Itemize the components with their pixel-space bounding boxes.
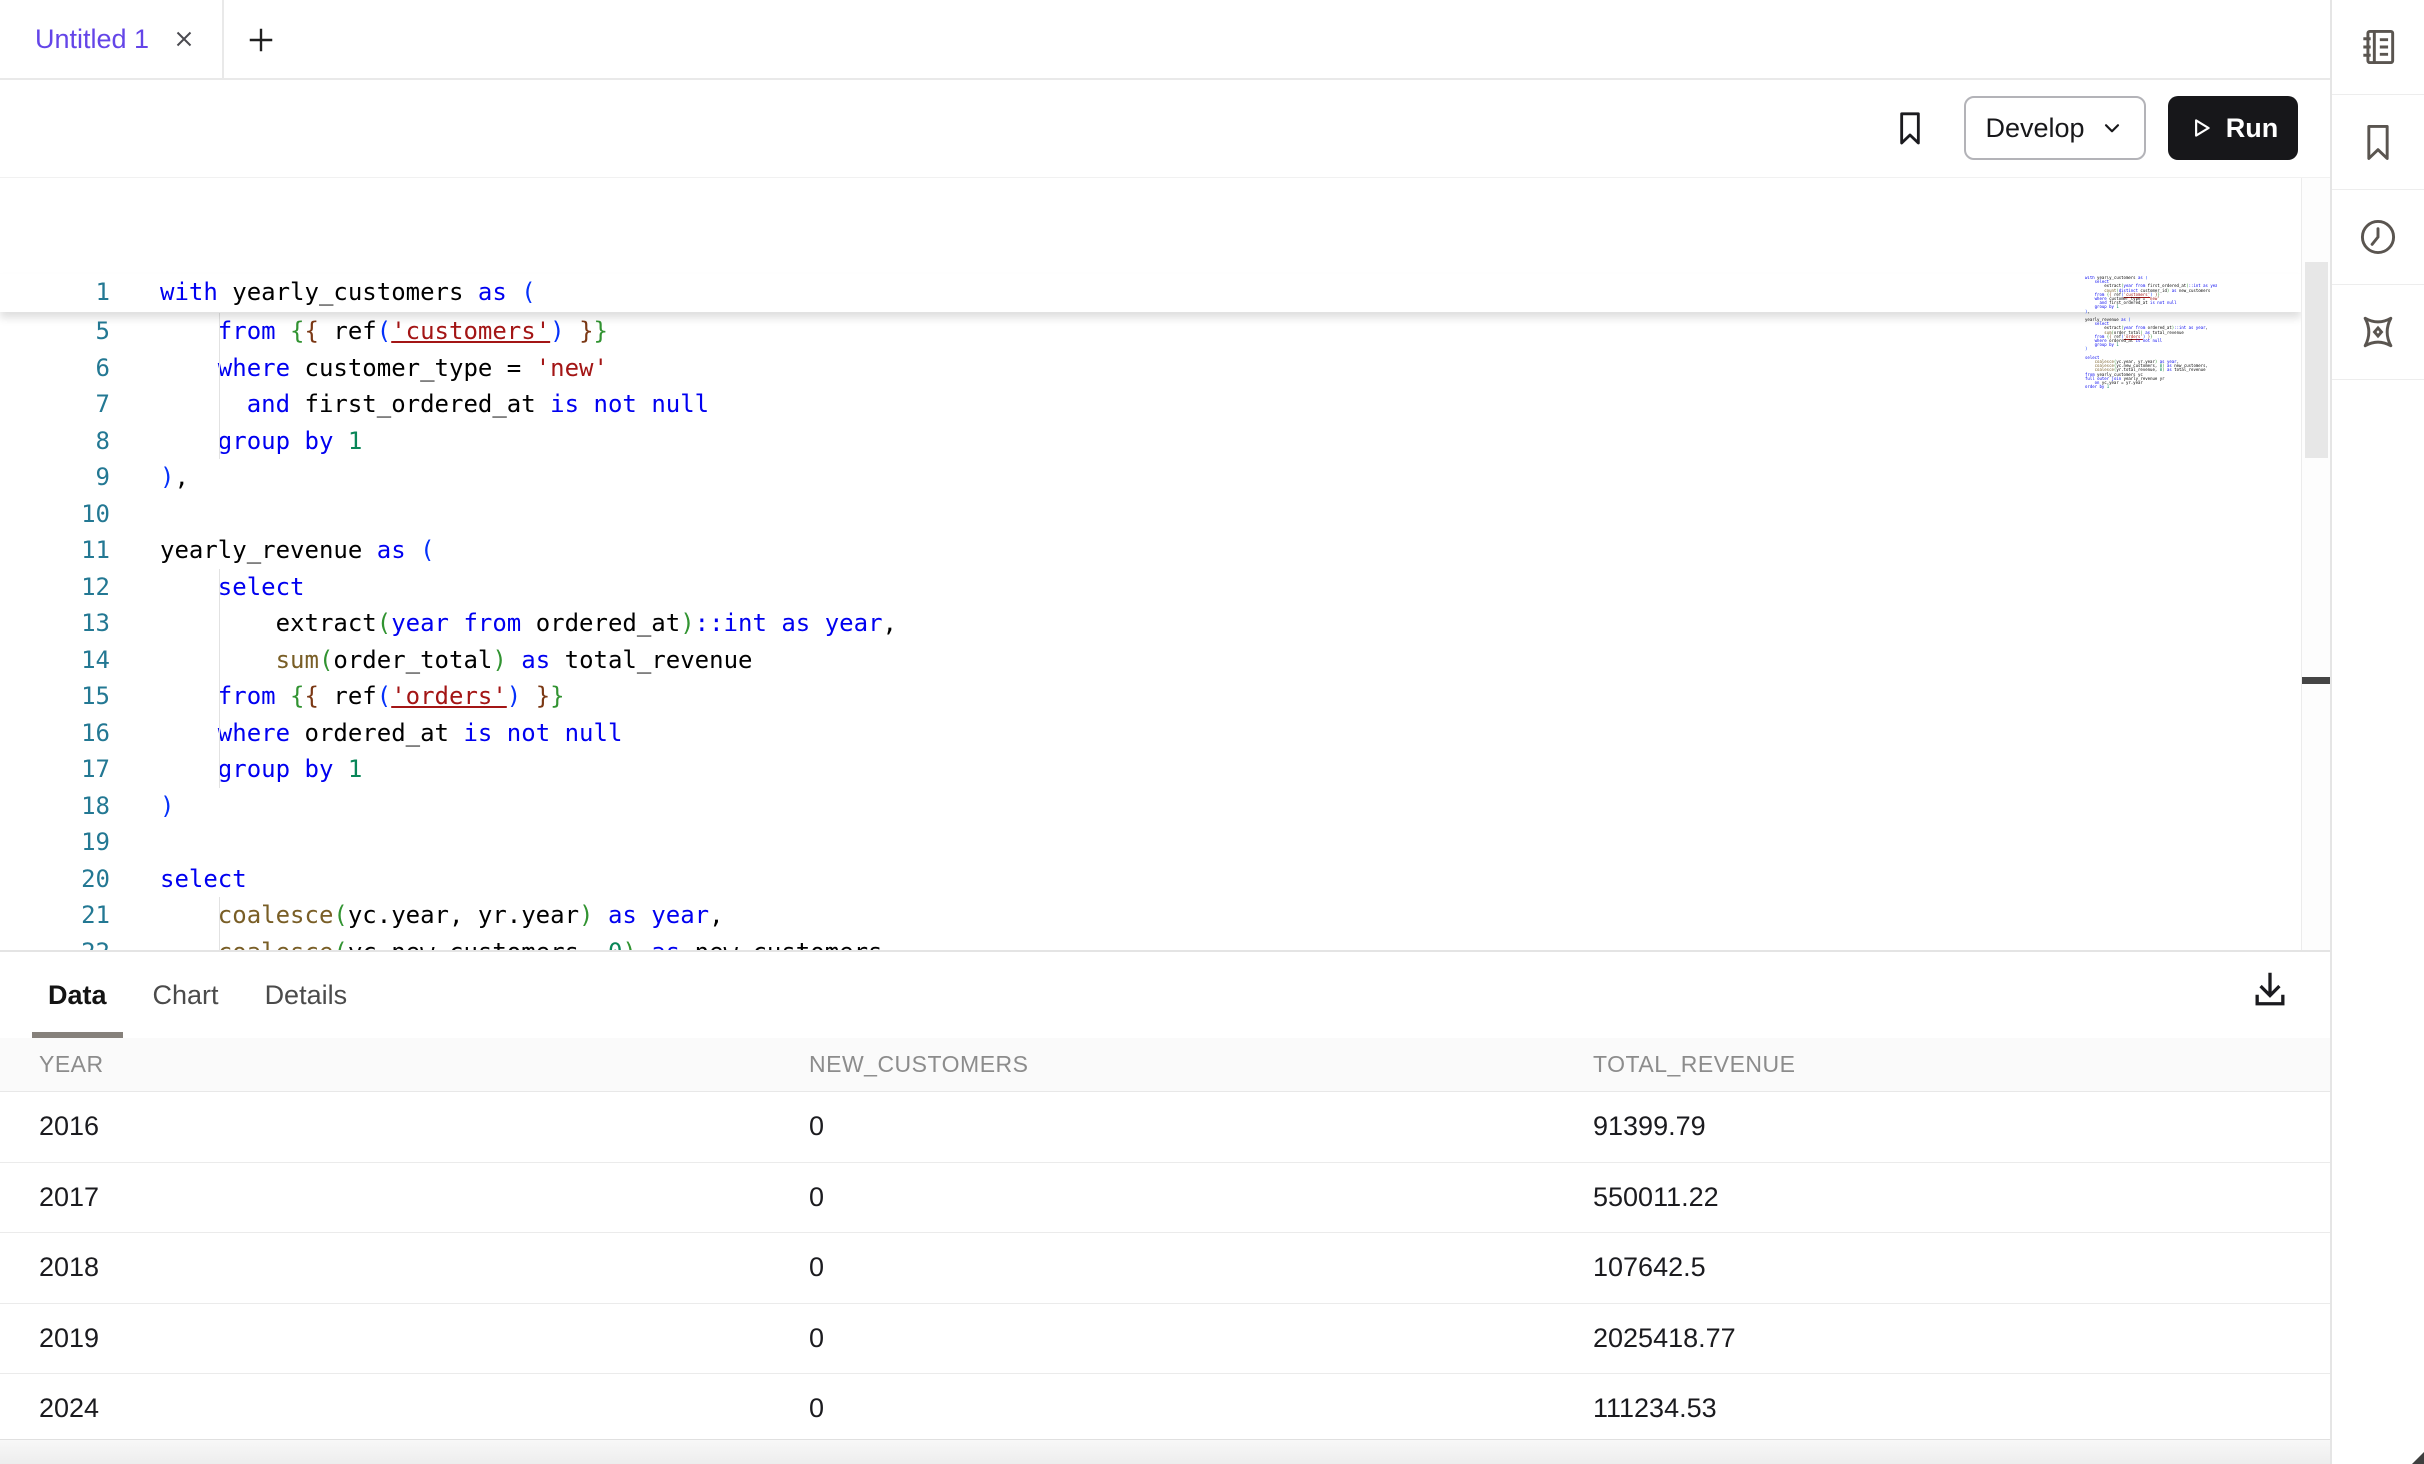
line-number: 12 xyxy=(0,569,110,606)
line-number: 18 xyxy=(0,788,110,825)
line-number: 16 xyxy=(0,715,110,752)
line-number: 10 xyxy=(0,496,110,533)
table-row[interactable]: 201902025418.77 xyxy=(0,1304,2330,1375)
table-cell: 111234.53 xyxy=(1554,1393,2330,1424)
line-number: 7 xyxy=(0,386,110,423)
table-cell: 2025418.77 xyxy=(1554,1323,2330,1354)
line-number: 6 xyxy=(0,350,110,387)
results-panel: Data Chart Details YEARNEW_CUSTOMERSTOTAL_… xyxy=(0,950,2330,1464)
line-number: 22 xyxy=(0,934,110,951)
table-cell: 0 xyxy=(770,1182,1554,1213)
table-cell: 2018 xyxy=(0,1252,770,1283)
history-icon xyxy=(2356,215,2400,259)
results-tab-details[interactable]: Details xyxy=(265,952,348,1038)
indent-guide xyxy=(219,313,220,459)
sparkle-icon xyxy=(2356,310,2400,354)
window-resize-grip[interactable] xyxy=(2412,1450,2424,1464)
table-row[interactable]: 20170550011.22 xyxy=(0,1163,2330,1234)
line-number: 14 xyxy=(0,642,110,679)
table-cell: 2019 xyxy=(0,1323,770,1354)
editor-scrollbar[interactable] xyxy=(2301,178,2330,950)
new-tab-button[interactable] xyxy=(243,22,279,58)
line-number: 19 xyxy=(0,824,110,861)
bookmark-toolbar-icon[interactable] xyxy=(1890,106,1930,150)
tab-label: Untitled 1 xyxy=(35,24,149,55)
horizontal-scrollbar-track[interactable] xyxy=(0,1439,2330,1464)
develop-button[interactable]: Develop xyxy=(1964,96,2146,160)
indent-guide xyxy=(219,897,220,950)
line-number: 8 xyxy=(0,423,110,460)
line-number: 15 xyxy=(0,678,110,715)
table-cell: 0 xyxy=(770,1252,1554,1283)
line-number: 1 xyxy=(0,274,110,311)
run-button[interactable]: Run xyxy=(2168,96,2298,160)
line-number: 17 xyxy=(0,751,110,788)
table-cell: 550011.22 xyxy=(1554,1182,2330,1213)
sidebar-item-copilot[interactable] xyxy=(2332,285,2424,380)
line-number: 11 xyxy=(0,532,110,569)
column-header[interactable]: NEW_CUSTOMERS xyxy=(770,1051,1554,1078)
tab-bar: Untitled 1 xyxy=(0,0,2330,80)
line-number: 21 xyxy=(0,897,110,934)
chevron-down-icon xyxy=(2099,115,2125,141)
table-cell: 0 xyxy=(770,1111,1554,1142)
notebook-icon xyxy=(2356,25,2400,69)
line-number: 5 xyxy=(0,313,110,350)
download-results-button[interactable] xyxy=(2248,962,2304,1018)
line-number: 9 xyxy=(0,459,110,496)
tab-untitled-1[interactable]: Untitled 1 xyxy=(0,0,224,78)
indent-guide xyxy=(219,569,220,788)
table-cell: 0 xyxy=(770,1393,1554,1424)
table-row[interactable]: 20180107642.5 xyxy=(0,1233,2330,1304)
column-header[interactable]: TOTAL_REVENUE xyxy=(1554,1051,2330,1078)
sql-ide-window: Untitled 1 Develop Run Query completed i… xyxy=(0,0,2424,1464)
line-number: 20 xyxy=(0,861,110,898)
sticky-scroll-line[interactable]: 1with yearly_customers as ( xyxy=(0,274,2301,312)
close-tab-icon[interactable] xyxy=(171,26,197,52)
minimap-line: order by 1 xyxy=(2085,385,2217,389)
code-editor[interactable]: 5 from {{ ref('customers') }}6 where cus… xyxy=(0,178,2330,950)
scrollbar-slider[interactable] xyxy=(2305,262,2328,458)
download-icon xyxy=(2248,968,2292,1012)
table-cell: 2024 xyxy=(0,1393,770,1424)
table-cell: 0 xyxy=(770,1323,1554,1354)
sidebar-item-bookmarks[interactable] xyxy=(2332,95,2424,190)
develop-label: Develop xyxy=(1985,113,2084,144)
table-row[interactable]: 2016091399.79 xyxy=(0,1092,2330,1163)
table-cell: 91399.79 xyxy=(1554,1111,2330,1142)
column-header[interactable]: YEAR xyxy=(0,1051,770,1078)
panel-resize-handle[interactable] xyxy=(2302,677,2331,684)
right-icon-sidebar xyxy=(2330,0,2424,1464)
run-label: Run xyxy=(2226,113,2278,144)
table-cell: 2017 xyxy=(0,1182,770,1213)
results-tab-bar: Data Chart Details xyxy=(48,952,347,1038)
sidebar-item-history[interactable] xyxy=(2332,190,2424,285)
results-tab-chart[interactable]: Chart xyxy=(153,952,219,1038)
line-number: 13 xyxy=(0,605,110,642)
table-header-row: YEARNEW_CUSTOMERSTOTAL_REVENUE xyxy=(0,1038,2330,1092)
table-cell: 107642.5 xyxy=(1554,1252,2330,1283)
results-tab-data[interactable]: Data xyxy=(48,952,107,1038)
bookmark-icon xyxy=(2356,120,2400,164)
table-row[interactable]: 20240111234.53 xyxy=(0,1374,2330,1445)
play-icon xyxy=(2188,115,2214,141)
table-body: 2016091399.7920170550011.2220180107642.5… xyxy=(0,1092,2330,1445)
table-cell: 2016 xyxy=(0,1111,770,1142)
sidebar-item-notebook[interactable] xyxy=(2332,0,2424,95)
minimap[interactable]: with yearly_customers as ( select extrac… xyxy=(2085,276,2217,396)
